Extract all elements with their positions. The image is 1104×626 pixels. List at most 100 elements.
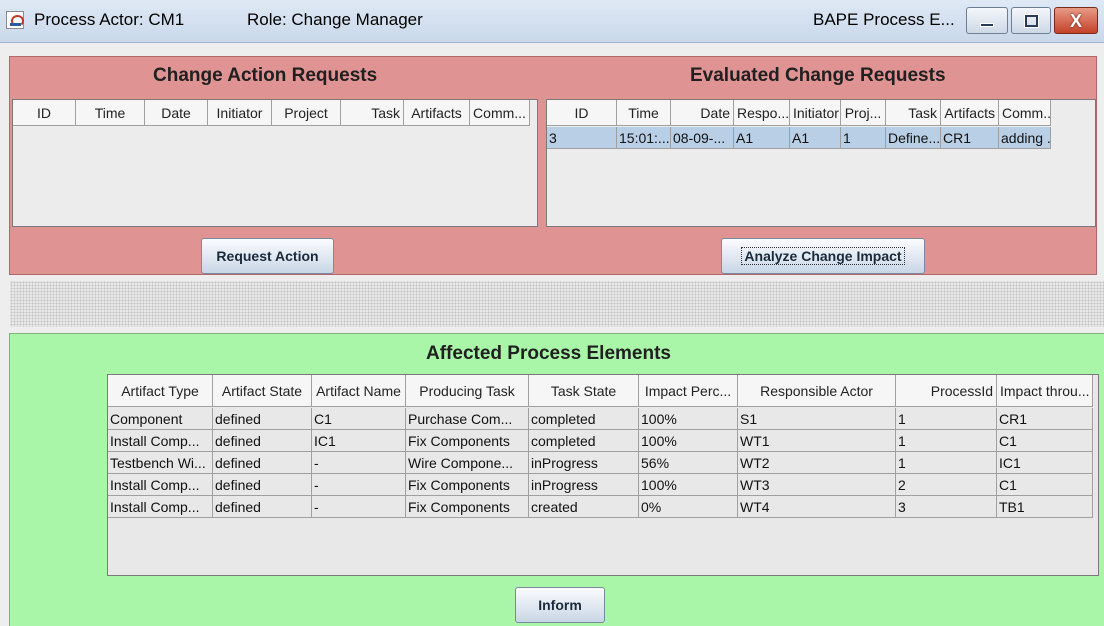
table-cell: C1 bbox=[997, 474, 1093, 496]
table-cell: IC1 bbox=[997, 452, 1093, 474]
column-header[interactable]: Responsible Actor bbox=[738, 375, 896, 407]
column-header[interactable]: Initiator bbox=[790, 100, 841, 126]
table-cell: A1 bbox=[734, 127, 790, 149]
table-cell: 56% bbox=[639, 452, 738, 474]
table-cell: Install Comp... bbox=[108, 430, 213, 452]
table-cell: CR1 bbox=[997, 408, 1093, 430]
table-cell: Wire Compone... bbox=[406, 452, 529, 474]
table-cell: WT1 bbox=[738, 430, 896, 452]
table-cell: completed bbox=[529, 430, 639, 452]
table-row[interactable]: Install Comp... defined IC1 Fix Components c… bbox=[108, 430, 1093, 452]
title-bar[interactable]: Process Actor: CM1 Role: Change Manager … bbox=[0, 0, 1104, 43]
column-header[interactable]: ID bbox=[13, 100, 76, 126]
table-row[interactable]: 3 15:01:... 08-09-... A1 A1 1 Define... CR1 addi… bbox=[547, 127, 1051, 149]
window-title: BAPE Process E... bbox=[813, 10, 955, 29]
change-requests-panel: Change Action Requests Evaluated Change … bbox=[9, 56, 1097, 275]
table-cell: defined bbox=[213, 430, 312, 452]
table-cell: defined bbox=[213, 474, 312, 496]
table-cell: Testbench Wi... bbox=[108, 452, 213, 474]
close-button[interactable]: X bbox=[1054, 7, 1098, 34]
column-header[interactable]: Task bbox=[886, 100, 941, 126]
affected-process-elements-title: Affected Process Elements bbox=[426, 343, 671, 364]
table-cell: Purchase Com... bbox=[406, 408, 529, 430]
column-header[interactable]: Impact throu... bbox=[997, 375, 1093, 407]
table-cell: Component bbox=[108, 408, 213, 430]
column-header[interactable]: Task State bbox=[529, 375, 639, 407]
table-cell: C1 bbox=[997, 430, 1093, 452]
column-header[interactable]: Artifact Type bbox=[108, 375, 213, 407]
table-cell: - bbox=[312, 474, 406, 496]
split-pane-divider[interactable] bbox=[10, 281, 1104, 327]
table-cell: defined bbox=[213, 496, 312, 518]
column-header[interactable]: Date bbox=[145, 100, 208, 126]
table-cell: S1 bbox=[738, 408, 896, 430]
column-header[interactable]: Impact Perc... bbox=[639, 375, 738, 407]
evaluated-change-requests-title: Evaluated Change Requests bbox=[690, 65, 946, 86]
table-cell: 15:01:... bbox=[617, 127, 671, 149]
table-cell: 100% bbox=[639, 408, 738, 430]
table-cell: 3 bbox=[896, 496, 997, 518]
table-cell: Fix Components bbox=[406, 474, 529, 496]
maximize-icon bbox=[1024, 14, 1039, 28]
inform-button[interactable]: Inform bbox=[515, 587, 605, 623]
table-cell: 3 bbox=[547, 127, 617, 149]
column-header[interactable]: ProcessId bbox=[896, 375, 997, 407]
column-header[interactable]: Producing Task bbox=[406, 375, 529, 407]
column-header[interactable]: Artifact Name bbox=[312, 375, 406, 407]
table-cell: Fix Components bbox=[406, 496, 529, 518]
table-cell: WT4 bbox=[738, 496, 896, 518]
table-cell: 08-09-... bbox=[671, 127, 734, 149]
table-cell: WT3 bbox=[738, 474, 896, 496]
analyze-change-impact-button[interactable]: Analyze Change Impact bbox=[721, 238, 925, 274]
column-header[interactable]: Respo... bbox=[734, 100, 790, 126]
table-cell: - bbox=[312, 452, 406, 474]
table-cell: 1 bbox=[896, 408, 997, 430]
table-cell: - bbox=[312, 496, 406, 518]
table-cell: inProgress bbox=[529, 452, 639, 474]
affected-process-elements-table[interactable]: Artifact Type Artifact State Artifact Name… bbox=[107, 374, 1099, 576]
table-row[interactable]: Testbench Wi... defined - Wire Compone... in… bbox=[108, 452, 1093, 474]
column-header[interactable]: Artifacts bbox=[404, 100, 470, 126]
process-actor-label: Process Actor: CM1 bbox=[34, 10, 185, 29]
java-app-icon bbox=[6, 11, 24, 29]
column-header[interactable]: Time bbox=[76, 100, 145, 126]
table-cell: 1 bbox=[841, 127, 886, 149]
column-header[interactable]: Comm... bbox=[999, 100, 1051, 126]
table-cell: defined bbox=[213, 452, 312, 474]
table-cell: adding ... bbox=[999, 127, 1051, 149]
change-action-requests-title: Change Action Requests bbox=[153, 65, 378, 86]
inform-label: Inform bbox=[538, 597, 582, 613]
table-row[interactable]: Install Comp... defined - Fix Components inP… bbox=[108, 474, 1093, 496]
column-header[interactable]: Date bbox=[671, 100, 734, 126]
evaluated-change-requests-table[interactable]: ID Time Date Respo... Initiator Proj... Task Ar… bbox=[546, 99, 1096, 227]
table-cell: 1 bbox=[896, 430, 997, 452]
table-cell: C1 bbox=[312, 408, 406, 430]
table-cell: Install Comp... bbox=[108, 496, 213, 518]
table-cell: CR1 bbox=[941, 127, 999, 149]
column-header[interactable]: ID bbox=[547, 100, 617, 126]
column-header[interactable]: Time bbox=[617, 100, 671, 126]
change-action-requests-table[interactable]: ID Time Date Initiator Project Task Artifacts C… bbox=[12, 99, 538, 227]
table-header: Artifact Type Artifact State Artifact Name… bbox=[108, 375, 1093, 407]
minimize-icon bbox=[980, 23, 994, 27]
column-header[interactable]: Comm... bbox=[470, 100, 530, 126]
request-action-button[interactable]: Request Action bbox=[201, 238, 334, 274]
table-cell: 100% bbox=[639, 474, 738, 496]
column-header[interactable]: Artifact State bbox=[213, 375, 312, 407]
column-header[interactable]: Task bbox=[341, 100, 404, 126]
table-cell: inProgress bbox=[529, 474, 639, 496]
column-header[interactable]: Artifacts bbox=[941, 100, 999, 126]
column-header[interactable]: Initiator bbox=[208, 100, 272, 126]
table-cell: A1 bbox=[790, 127, 841, 149]
table-cell: 100% bbox=[639, 430, 738, 452]
table-row[interactable]: Install Comp... defined - Fix Components cre… bbox=[108, 496, 1093, 518]
maximize-button[interactable] bbox=[1011, 7, 1051, 34]
close-icon: X bbox=[1069, 11, 1082, 31]
column-header[interactable]: Proj... bbox=[841, 100, 886, 126]
table-cell: 2 bbox=[896, 474, 997, 496]
table-cell: defined bbox=[213, 408, 312, 430]
table-cell: Fix Components bbox=[406, 430, 529, 452]
minimize-button[interactable] bbox=[966, 7, 1008, 34]
column-header[interactable]: Project bbox=[272, 100, 341, 126]
table-row[interactable]: Component defined C1 Purchase Com... complet… bbox=[108, 408, 1093, 430]
